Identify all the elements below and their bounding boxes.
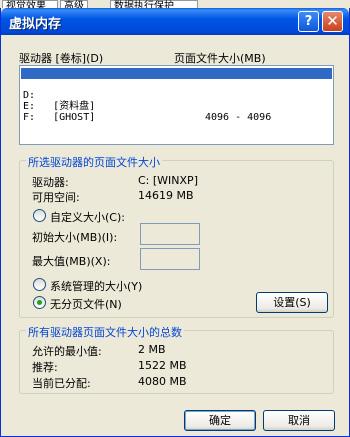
max-size-input[interactable] [140,248,200,270]
ok-button[interactable]: 确定 [184,410,256,431]
drive-row-e[interactable]: E: [资料盘] 4096 - 4096 [21,90,332,123]
title-bar[interactable]: 虚拟内存 ? ✕ [1,8,349,35]
total-size-group: 所有驱动器页面文件大小的总数 允许的最小值: 2 MB 推荐: 1522 MB … [19,324,334,394]
drive-value: C: [WINXP] [138,174,198,187]
no-paging-file-label: 无分页文件(N) [50,298,122,311]
drive-row-label: F: [GHOST] [23,112,96,123]
custom-size-label: 自定义大小(C): [50,211,125,224]
set-button[interactable]: 设置(S) [256,292,328,313]
allocated-label: 当前已分配: [32,377,91,390]
initial-size-label: 初始大小(MB)(I): [32,231,118,244]
drive-list[interactable]: C: [WINXP] D: E: [资料盘] 4096 - 4096 F: [G… [19,65,334,145]
min-allowed-label: 允许的最小值: [32,345,102,358]
radio-selected-dot [37,300,42,305]
total-size-group-title: 所有驱动器页面文件大小的总数 [26,324,184,340]
no-paging-file-radio[interactable] [33,296,46,309]
system-managed-label: 系统管理的大小(Y) [50,280,143,293]
initial-size-input[interactable] [140,223,200,245]
virtual-memory-dialog: 虚拟内存 ? ✕ 驱动器 [卷标](D) 页面文件大小(MB) C: [WINX… [0,8,350,437]
drive-row-c[interactable]: C: [WINXP] [21,68,332,90]
close-button[interactable]: ✕ [322,11,343,32]
recommended-label: 推荐: [32,361,58,374]
free-space-label: 可用空间: [32,191,80,204]
page-file-size-column-header: 页面文件大小(MB) [174,52,266,65]
drive-row-f[interactable]: F: [GHOST] [21,101,332,123]
free-space-value: 14619 MB [138,189,194,202]
drive-column-header: 驱动器 [卷标](D) [19,52,104,65]
max-size-label: 最大值(MB)(X): [32,255,111,268]
system-managed-radio[interactable] [33,278,46,291]
selected-drive-group: 所选驱动器的页面文件大小 驱动器: C: [WINXP] 可用空间: 14619… [19,154,334,318]
cancel-button[interactable]: 取消 [263,410,335,431]
recommended-value: 1522 MB [138,359,187,372]
drive-row-size: 4096 - 4096 [205,112,272,123]
help-button[interactable]: ? [298,11,319,32]
window-title: 虚拟内存 [9,17,62,32]
min-allowed-value: 2 MB [138,343,166,356]
drive-row-d[interactable]: D: [21,79,332,101]
selected-drive-group-title: 所选驱动器的页面文件大小 [26,154,162,170]
custom-size-radio[interactable] [33,209,46,222]
allocated-value: 4080 MB [138,375,187,388]
drive-label: 驱动器: [32,176,69,189]
